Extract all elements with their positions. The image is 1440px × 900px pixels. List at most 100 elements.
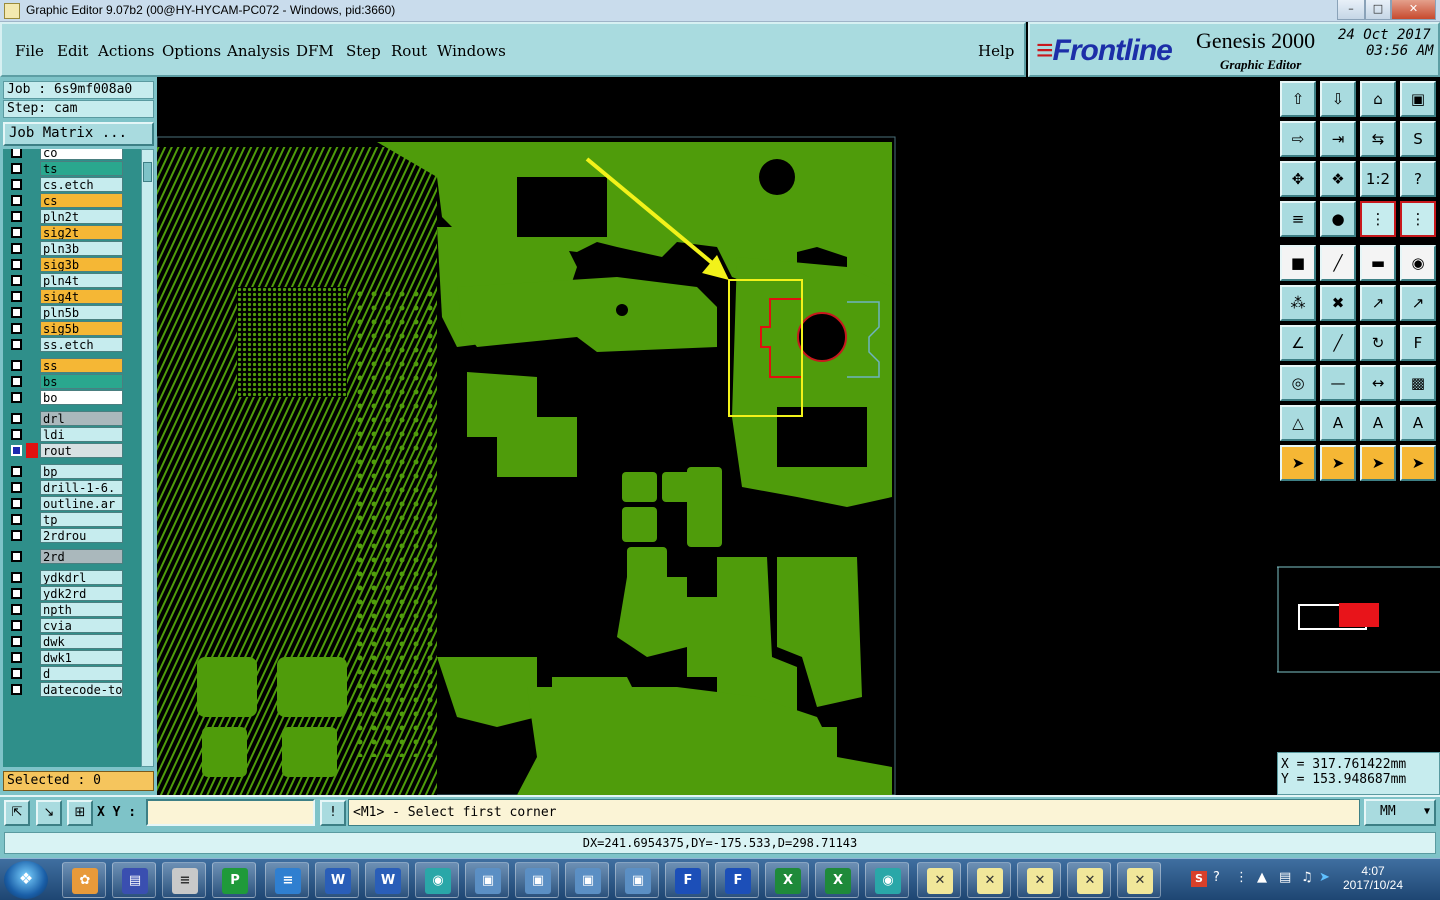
layer-checkbox[interactable] (11, 498, 22, 509)
start-button[interactable]: ❖ (4, 861, 48, 899)
taskbar-app-editor2-icon[interactable]: ✕ (967, 862, 1011, 898)
layer-name[interactable]: bo (40, 390, 123, 405)
draw-text-icon[interactable]: A (1360, 405, 1396, 441)
layer-row[interactable]: sig2t (3, 225, 141, 240)
xy-input[interactable] (146, 799, 315, 826)
close-button[interactable]: ✕ (1391, 0, 1436, 20)
layer-name[interactable]: co (40, 149, 123, 160)
measure-line-icon[interactable]: ↘ (36, 800, 62, 826)
reference-filter-icon[interactable]: ⋮ (1400, 201, 1436, 237)
layer-row[interactable]: ⚑bo (3, 390, 141, 405)
graphic-canvas[interactable] (157, 77, 1277, 795)
layer-color-swatch[interactable] (26, 193, 38, 208)
layer-checkbox[interactable] (11, 376, 22, 387)
layer-color-swatch[interactable] (26, 650, 38, 665)
layer-color-swatch[interactable] (26, 321, 38, 336)
layer-row[interactable]: ydkdrl (3, 570, 141, 585)
layer-color-swatch[interactable] (26, 337, 38, 352)
layer-color-swatch[interactable] (26, 358, 38, 373)
taskbar-app-excel1-icon[interactable]: X (765, 862, 809, 898)
zoom-window-icon[interactable]: ⇱ (4, 800, 30, 826)
layer-name[interactable]: pln5b (40, 305, 123, 320)
layer-checkbox[interactable] (11, 413, 22, 424)
layer-checkbox[interactable] (11, 259, 22, 270)
layer-checkbox[interactable] (11, 604, 22, 615)
tray-help-icon[interactable]: ? (1213, 870, 1220, 885)
layer-name[interactable]: sig2t (40, 225, 123, 240)
taskbar-app-eye-icon[interactable]: ◉ (415, 862, 459, 898)
layer-name[interactable]: bs (40, 374, 123, 389)
taskbar-app-notepad-icon[interactable]: ≡ (265, 862, 309, 898)
measure-icon[interactable]: ● (1320, 201, 1356, 237)
tray-s-icon[interactable]: S (1191, 871, 1207, 887)
delete-icon[interactable]: ✖ (1320, 285, 1356, 321)
taskbar-app-editor1-icon[interactable]: ✕ (917, 862, 961, 898)
layer-color-swatch[interactable] (26, 241, 38, 256)
taskbar-app-word-icon[interactable]: W (315, 862, 359, 898)
select-circle-icon[interactable]: ➤ (1360, 445, 1396, 481)
layer-name[interactable]: 2rd (40, 549, 123, 564)
layer-name[interactable]: ss.etch (40, 337, 123, 352)
taskbar-app-editor3-icon[interactable]: ✕ (1017, 862, 1061, 898)
layer-checkbox[interactable] (11, 211, 22, 222)
pcb-view[interactable] (157, 77, 1277, 795)
layer-color-swatch[interactable] (26, 374, 38, 389)
layer-color-swatch[interactable] (26, 443, 38, 458)
split-icon[interactable]: — (1320, 365, 1356, 401)
menu-step[interactable]: Step (346, 42, 381, 60)
select-box-icon[interactable]: ➤ (1320, 445, 1356, 481)
tray-volume-icon[interactable]: ♫ (1301, 870, 1313, 885)
taskbar-app-frontline2-icon[interactable]: F (715, 862, 759, 898)
menu-file[interactable]: File (15, 42, 44, 60)
zoom-in-icon[interactable]: ⇨ (1280, 121, 1316, 157)
layer-row[interactable]: 2rd (3, 549, 141, 564)
redraw-icon[interactable]: S (1400, 121, 1436, 157)
layer-name[interactable]: npth (40, 602, 123, 617)
layer-name[interactable]: cs.etch (40, 177, 123, 192)
scrollbar-thumb[interactable] (143, 162, 152, 182)
layer-checkbox[interactable] (11, 291, 22, 302)
layer-color-swatch[interactable] (26, 305, 38, 320)
layer-name[interactable]: 2rdrou (40, 528, 123, 543)
feature-filter-icon[interactable]: ⋮ (1360, 201, 1396, 237)
layer-color-swatch[interactable] (26, 209, 38, 224)
menu-rout[interactable]: Rout (391, 42, 427, 60)
draw-polygon-icon[interactable]: A (1400, 405, 1436, 441)
pad-icon[interactable]: ■ (1280, 245, 1316, 281)
layer-row[interactable]: datecode-to (3, 682, 141, 697)
select-route-icon[interactable]: ➤ (1400, 445, 1436, 481)
layer-color-swatch[interactable] (26, 666, 38, 681)
layer-checkbox[interactable] (11, 636, 22, 647)
layer-name[interactable]: sig3b (40, 257, 123, 272)
layer-row[interactable]: pln2t (3, 209, 141, 224)
layer-row[interactable]: cvia (3, 618, 141, 633)
layer-row[interactable]: cs (3, 193, 141, 208)
alert-icon[interactable]: ! (320, 800, 346, 826)
resize-icon[interactable]: ↔ (1360, 365, 1396, 401)
layer-row[interactable]: sig3b (3, 257, 141, 272)
layer-color-swatch[interactable] (26, 161, 38, 176)
layer-name[interactable]: sig5b (40, 321, 123, 336)
layer-name[interactable]: rout (40, 443, 123, 458)
menu-actions[interactable]: Actions (98, 42, 154, 60)
taskbar-app-window2-icon[interactable]: ▣ (515, 862, 559, 898)
overview-map[interactable] (1277, 487, 1440, 677)
draw-arc-icon[interactable]: △ (1280, 405, 1316, 441)
app-icon[interactable] (4, 3, 20, 19)
layer-color-swatch[interactable] (26, 634, 38, 649)
taskbar-app-save-icon[interactable]: ▤ (112, 862, 156, 898)
layer-row[interactable]: dwk (3, 634, 141, 649)
mirror-icon[interactable]: F (1400, 325, 1436, 361)
layer-row[interactable]: ⚑drill-1-6. (3, 480, 141, 495)
layer-color-swatch[interactable] (26, 586, 38, 601)
taskbar-app-window4-icon[interactable]: ▣ (615, 862, 659, 898)
layer-row[interactable]: npth (3, 602, 141, 617)
layer-color-swatch[interactable] (26, 512, 38, 527)
layer-row[interactable]: pln5b (3, 305, 141, 320)
layer-checkbox[interactable] (11, 227, 22, 238)
layer-color-swatch[interactable] (26, 427, 38, 442)
layer-name[interactable]: ts (40, 161, 123, 176)
line-icon[interactable]: ╱ (1320, 245, 1356, 281)
layer-color-swatch[interactable] (26, 390, 38, 405)
layer-checkbox[interactable] (11, 466, 22, 477)
